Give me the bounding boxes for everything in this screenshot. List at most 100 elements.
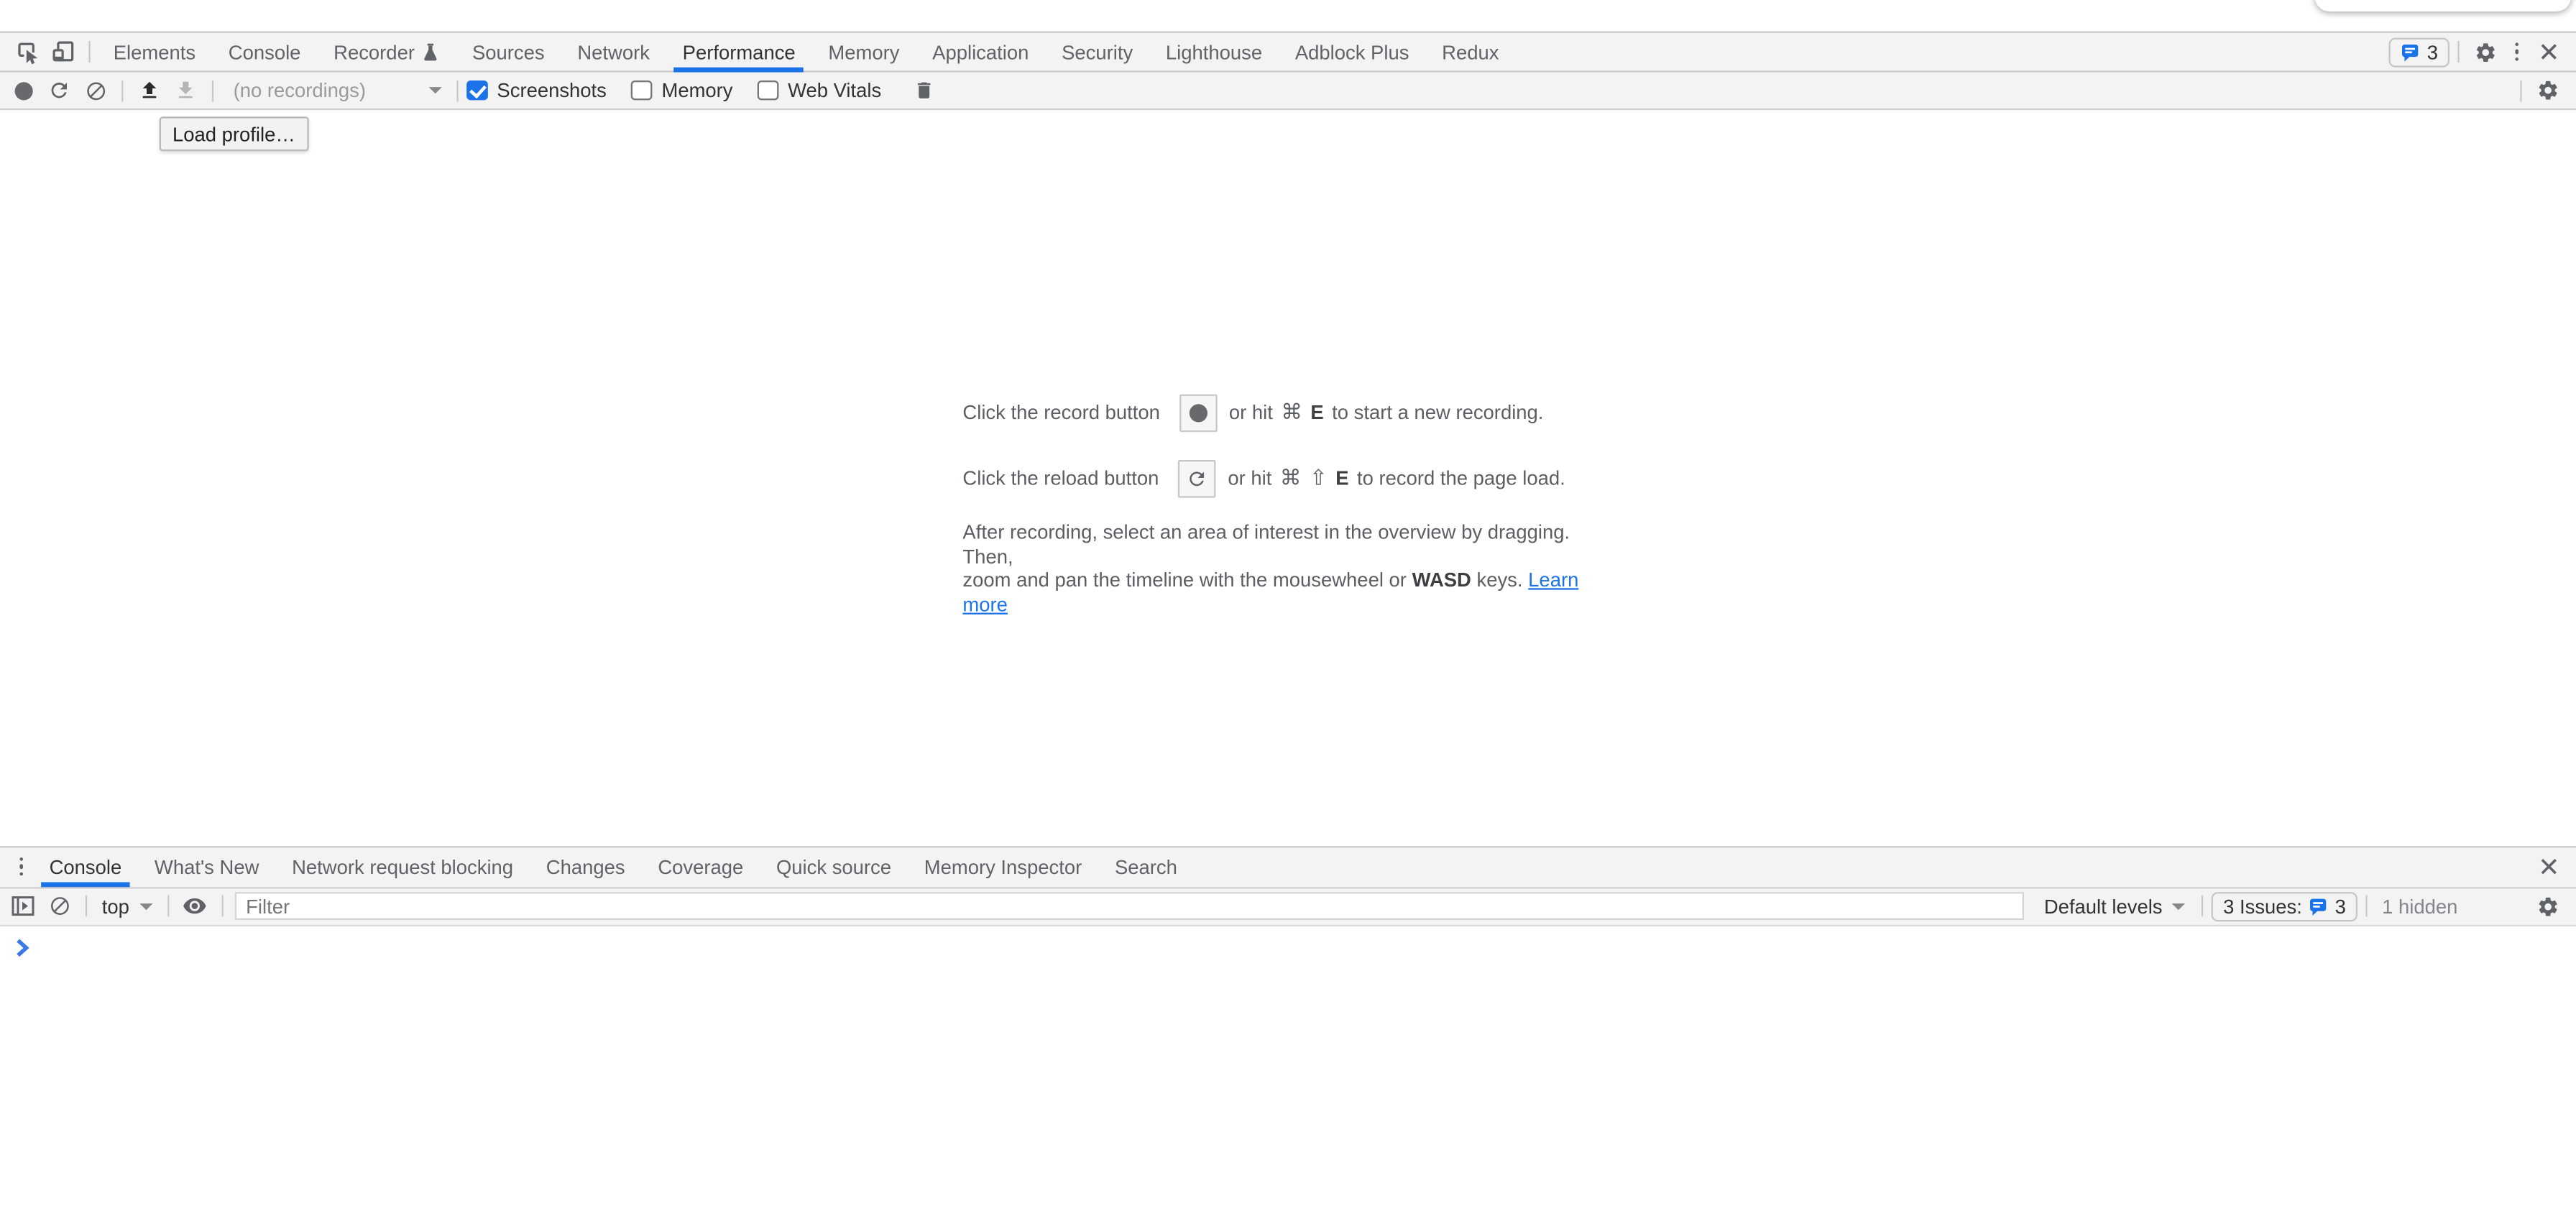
page-top-strip — [0, 0, 2576, 31]
drawer-tab-changes[interactable]: Changes — [531, 847, 640, 886]
close-devtools-button[interactable] — [2530, 35, 2566, 68]
gear-icon — [2536, 79, 2559, 102]
drawer-tab-console[interactable]: Console — [34, 847, 137, 886]
console-issues-button[interactable]: 3 Issues: 3 — [2212, 891, 2358, 921]
clear-icon — [85, 80, 106, 101]
show-console-sidebar-button[interactable] — [5, 890, 41, 923]
drawer-tab-network-request-blocking[interactable]: Network request blocking — [277, 847, 528, 886]
caret-down-icon — [429, 87, 442, 93]
caret-down-icon — [139, 903, 152, 909]
cmd-key-glyph: ⌘ — [1280, 465, 1302, 492]
tab-lighthouse[interactable]: Lighthouse — [1151, 32, 1276, 72]
issues-bubble-icon — [2401, 42, 2420, 61]
tab-sources[interactable]: Sources — [457, 32, 559, 72]
record-instruction-row: Click the record button or hit ⌘ E to st… — [962, 392, 1606, 432]
screenshots-checkbox-group[interactable]: Screenshots — [466, 79, 607, 102]
console-filter-input[interactable] — [234, 892, 2024, 920]
tab-adblock-plus[interactable]: Adblock Plus — [1280, 32, 1424, 72]
log-levels-select[interactable]: Default levels — [2036, 890, 2194, 923]
kebab-menu-icon — [19, 857, 24, 876]
hidden-messages-label: 1 hidden — [2382, 895, 2457, 918]
tab-network[interactable]: Network — [563, 32, 665, 72]
load-profile-tooltip: Load profile… — [160, 116, 308, 151]
gear-icon — [2474, 40, 2497, 63]
drawer-tab-coverage[interactable]: Coverage — [643, 847, 758, 886]
console-sidebar-icon — [12, 896, 34, 917]
issues-bubble-icon — [2309, 896, 2328, 916]
tab-console[interactable]: Console — [213, 32, 316, 72]
eye-icon — [183, 893, 207, 918]
web-vitals-checkbox[interactable] — [758, 80, 778, 101]
clear-console-button[interactable] — [41, 890, 77, 923]
issues-count: 3 — [2335, 895, 2346, 918]
device-toolbar-icon — [50, 40, 75, 64]
performance-panel-content: Click the record button or hit ⌘ E to st… — [0, 110, 2576, 845]
divider — [221, 896, 223, 917]
recordings-select[interactable]: (no recordings) — [222, 74, 448, 107]
trash-icon — [914, 79, 935, 102]
drawer-tab-memory-inspector[interactable]: Memory Inspector — [909, 847, 1097, 886]
drawer-tab-whats-new[interactable]: What's New — [139, 847, 274, 886]
reload-icon — [47, 79, 70, 102]
usage-paragraph: After recording, select an area of inter… — [962, 521, 1606, 617]
record-button[interactable] — [5, 74, 41, 107]
screenshots-checkbox[interactable] — [466, 80, 487, 101]
inspect-icon — [14, 40, 38, 64]
divider — [88, 41, 90, 63]
tab-memory[interactable]: Memory — [814, 32, 914, 72]
reload-instruction-row: Click the reload button or hit ⌘ ⇧ E to … — [962, 459, 1606, 498]
close-icon — [2539, 42, 2557, 60]
console-prompt-chevron-icon — [15, 937, 30, 957]
divider — [2457, 41, 2459, 63]
capture-settings-button[interactable] — [2530, 74, 2566, 107]
divider — [2365, 896, 2367, 917]
divider — [86, 896, 87, 917]
create-live-expression-button[interactable] — [177, 890, 213, 923]
device-toolbar-button[interactable] — [45, 35, 80, 68]
inspect-element-button[interactable] — [8, 35, 44, 68]
performance-toolbar: (no recordings) Screenshots Memory Web V… — [0, 73, 2576, 111]
console-prompt[interactable] — [0, 926, 2576, 957]
more-options-button[interactable] — [2503, 35, 2530, 68]
load-profile-button[interactable] — [132, 74, 167, 107]
tab-security[interactable]: Security — [1047, 32, 1148, 72]
main-tabbar: Elements Console Recorder Sources Networ… — [0, 31, 2576, 72]
experiment-flask-icon — [423, 42, 439, 61]
shift-key-glyph: ⇧ — [1310, 465, 1328, 492]
tab-elements[interactable]: Elements — [98, 32, 211, 72]
popup-fragment — [2315, 0, 2572, 11]
drawer-tabbar: Console What's New Network request block… — [0, 845, 2576, 888]
record-button-example — [1179, 393, 1218, 431]
tab-performance[interactable]: Performance — [668, 32, 810, 72]
save-profile-button[interactable] — [167, 74, 203, 107]
memory-checkbox-group[interactable]: Memory — [631, 79, 732, 102]
tab-recorder[interactable]: Recorder — [319, 32, 454, 72]
memory-checkbox[interactable] — [631, 80, 652, 101]
javascript-context-select[interactable]: top — [96, 890, 159, 923]
settings-button[interactable] — [2467, 35, 2503, 68]
divider — [2520, 80, 2521, 101]
drawer-tab-quick-source[interactable]: Quick source — [761, 847, 906, 886]
landing-instructions: Click the record button or hit ⌘ E to st… — [962, 392, 1606, 617]
console-toolbar: top Default levels 3 Issues: 3 — [0, 888, 2576, 926]
clear-recordings-button[interactable] — [77, 74, 113, 107]
console-messages-area[interactable] — [0, 926, 2576, 1203]
console-settings-button[interactable] — [2530, 890, 2566, 923]
issues-button[interactable]: 3 — [2389, 37, 2450, 66]
cmd-key-glyph: ⌘ — [1281, 399, 1302, 425]
divider — [121, 80, 123, 101]
issues-count: 3 — [2427, 40, 2438, 63]
download-icon — [174, 79, 197, 102]
reload-and-record-button[interactable] — [41, 74, 77, 107]
web-vitals-checkbox-group[interactable]: Web Vitals — [758, 79, 881, 102]
upload-icon — [138, 79, 161, 102]
divider — [456, 80, 458, 101]
delete-recording-button[interactable] — [906, 74, 942, 107]
divider — [212, 80, 213, 101]
tab-redux[interactable]: Redux — [1427, 32, 1514, 72]
drawer-tab-search[interactable]: Search — [1100, 847, 1192, 886]
tab-application[interactable]: Application — [918, 32, 1044, 72]
drawer-menu-button[interactable] — [8, 850, 34, 883]
record-icon — [14, 81, 32, 99]
close-drawer-button[interactable] — [2530, 850, 2566, 883]
